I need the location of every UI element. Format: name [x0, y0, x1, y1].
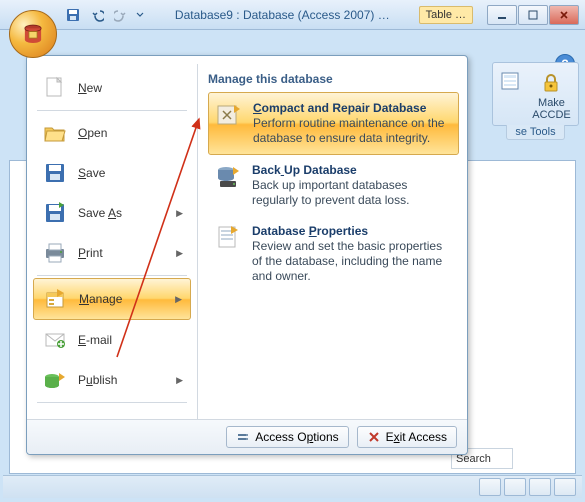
window-controls — [487, 5, 579, 25]
access-options-label: Access Options — [255, 430, 338, 444]
exit-access-label: Exit Access — [386, 430, 447, 444]
manage-icon — [42, 285, 70, 313]
access-options-button[interactable]: Access Options — [226, 426, 348, 448]
new-icon — [41, 74, 69, 102]
manage-option-icon — [214, 163, 242, 191]
window-title: Database9 : Database (Access 2007) … — [150, 8, 415, 22]
menu-item-label: Publish — [78, 373, 117, 387]
ribbon-group-label: se Tools — [506, 125, 564, 140]
ribbon-group-database-tools: Make ACCDE se Tools — [492, 62, 579, 140]
menu-item-label: Manage — [79, 292, 122, 306]
open-icon — [41, 119, 69, 147]
menu-item-label: E-mail — [78, 333, 112, 347]
save-icon — [66, 8, 80, 22]
status-bar — [3, 475, 582, 498]
e-mail-icon — [41, 326, 69, 354]
submenu-arrow-icon: ▶ — [175, 294, 182, 305]
view-design-button[interactable] — [554, 478, 576, 496]
office-button[interactable] — [9, 10, 57, 58]
print-icon — [41, 239, 69, 267]
minimize-icon — [497, 10, 507, 20]
undo-qat-button[interactable] — [86, 4, 108, 26]
redo-qat-button[interactable] — [110, 4, 132, 26]
menu-item-manage[interactable]: Manage ▶ — [33, 278, 191, 320]
menu-item-new[interactable]: New — [33, 68, 191, 108]
exit-icon — [367, 430, 381, 444]
manage-option-title: Back Up Database — [252, 163, 453, 177]
menu-item-print[interactable]: Print ▶ — [33, 233, 191, 273]
exit-access-button[interactable]: Exit Access — [357, 426, 457, 448]
access-logo-icon — [20, 21, 46, 47]
submenu-arrow-icon: ▶ — [176, 208, 183, 219]
manage-option-desc: Perform routine maintenance on the datab… — [253, 116, 452, 146]
submenu-arrow-icon: ▶ — [176, 248, 183, 259]
view-pivotchart-button[interactable] — [529, 478, 551, 496]
manage-option-icon — [215, 101, 243, 129]
publish-icon — [41, 366, 69, 394]
save-icon — [41, 159, 69, 187]
menu-item-label: Save As — [78, 206, 122, 220]
ribbon-switchboard-button[interactable] — [496, 69, 524, 93]
app-window: Database9 : Database (Access 2007) … Tab… — [0, 0, 585, 502]
menu-item-save-as[interactable]: Save As ▶ — [33, 193, 191, 233]
right-pane-title: Manage this database — [208, 70, 459, 88]
ribbon-make-accde-button[interactable]: Make ACCDE — [528, 69, 575, 123]
manage-option-database-properties[interactable]: Database PropertiesReview and set the ba… — [208, 216, 459, 292]
menu-item-label: Open — [78, 126, 107, 140]
office-menu-right-pane: Manage this database Compact and Repair … — [197, 64, 467, 419]
manage-option-title: Database Properties — [252, 224, 453, 238]
lock-icon — [539, 71, 563, 95]
submenu-arrow-icon: ▶ — [176, 375, 183, 386]
office-menu-left-pane: New Open Save Save As ▶ Print ▶ Manage ▶ E-mail Pu… — [27, 64, 197, 419]
manage-option-desc: Review and set the basic properties of t… — [252, 239, 453, 284]
options-icon — [236, 430, 250, 444]
manage-option-compact-and-repair-database[interactable]: Compact and Repair DatabasePerform routi… — [208, 92, 459, 155]
contextual-tab-table[interactable]: Table … — [419, 6, 473, 24]
menu-item-open[interactable]: Open — [33, 113, 191, 153]
menu-item-label: Save — [78, 166, 105, 180]
maximize-icon — [528, 10, 538, 20]
maximize-button[interactable] — [518, 5, 548, 25]
manage-option-back-up-database[interactable]: Back Up DatabaseBack up important databa… — [208, 155, 459, 216]
save-qat-button[interactable] — [62, 4, 84, 26]
minimize-button[interactable] — [487, 5, 517, 25]
manage-option-icon — [214, 224, 242, 252]
qat-dropdown-button[interactable] — [134, 4, 146, 26]
manage-option-desc: Back up important databases regularly to… — [252, 178, 453, 208]
menu-item-save[interactable]: Save — [33, 153, 191, 193]
menu-item-e-mail[interactable]: E-mail — [33, 320, 191, 360]
redo-icon — [114, 8, 128, 22]
view-datasheet-button[interactable] — [479, 478, 501, 496]
ribbon-make-accde-label: Make ACCDE — [532, 97, 571, 121]
menu-item-label: New — [78, 81, 102, 95]
manage-option-title: Compact and Repair Database — [253, 101, 452, 115]
save-as-icon — [41, 199, 69, 227]
office-menu: New Open Save Save As ▶ Print ▶ Manage ▶ E-mail Pu… — [26, 55, 468, 455]
chevron-down-icon — [136, 11, 144, 19]
titlebar: Database9 : Database (Access 2007) … Tab… — [0, 0, 585, 30]
close-button[interactable] — [549, 5, 579, 25]
menu-item-publish[interactable]: Publish ▶ — [33, 360, 191, 400]
menu-item-label: Print — [78, 246, 103, 260]
quick-access-toolbar — [62, 4, 146, 26]
office-menu-footer: Access Options Exit Access — [27, 419, 467, 454]
view-pivottable-button[interactable] — [504, 478, 526, 496]
form-icon — [500, 71, 520, 91]
close-icon — [559, 10, 569, 20]
undo-icon — [90, 8, 104, 22]
